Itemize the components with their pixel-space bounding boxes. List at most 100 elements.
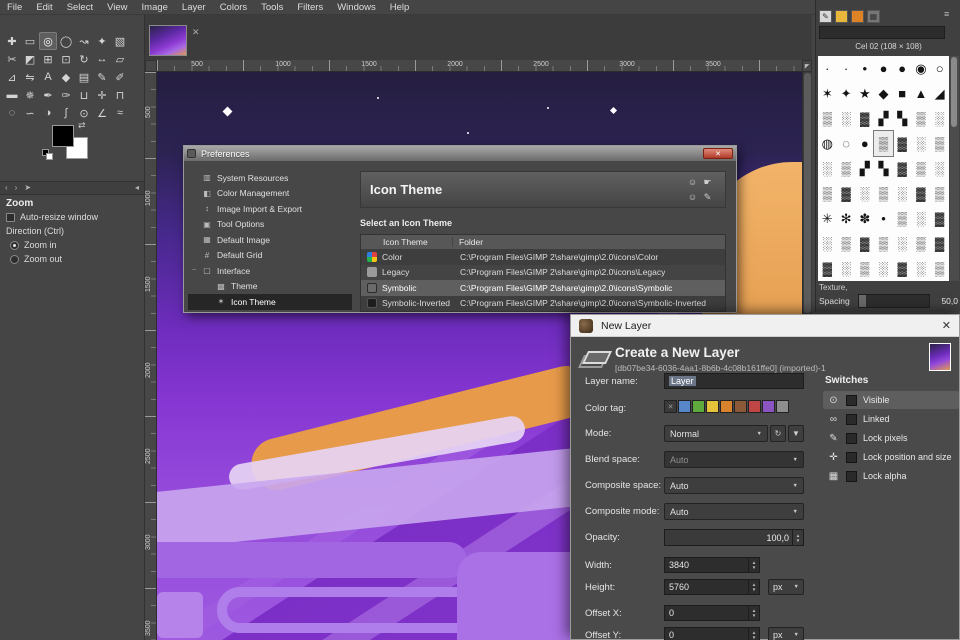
brush-item[interactable]: ▲: [912, 81, 931, 106]
tree-item-system-resources[interactable]: ▥ System Resources: [188, 170, 352, 186]
preferences-titlebar[interactable]: Preferences ✕: [184, 146, 736, 161]
mode-select[interactable]: Normal ▼: [664, 425, 768, 442]
collapse-icon[interactable]: ◂: [135, 182, 139, 194]
brush-filter-input[interactable]: [819, 26, 945, 39]
brush-item[interactable]: ∙: [837, 56, 856, 81]
table-row-legacy[interactable]: Legacy C:\Program Files\GIMP 2\share\gim…: [361, 265, 725, 281]
lock-pixels-checkbox[interactable]: [846, 433, 857, 444]
text-tool-icon[interactable]: A: [39, 68, 57, 86]
shear-tool-icon[interactable]: ▱: [111, 50, 129, 68]
rectangle-select-tool-icon[interactable]: ▭: [21, 32, 39, 50]
tree-item-color-management[interactable]: ◧ Color Management: [188, 186, 352, 202]
brush-item[interactable]: ★: [855, 81, 874, 106]
composite-space-select[interactable]: Auto ▼: [664, 477, 804, 494]
menu-item[interactable]: Image: [135, 0, 175, 15]
tree-expander-icon[interactable]: −: [192, 267, 197, 274]
free-select-tool-icon[interactable]: ↝: [75, 32, 93, 50]
tab-patterns-icon[interactable]: [835, 10, 848, 23]
brush-item[interactable]: ✦: [837, 81, 856, 106]
ink-tool-icon[interactable]: ✒: [39, 86, 57, 104]
spacing-slider[interactable]: [858, 294, 930, 308]
color-tag-brown[interactable]: [734, 400, 747, 413]
swap-colors-icon[interactable]: ⇄: [78, 120, 86, 131]
brush-item[interactable]: ◢: [930, 81, 949, 106]
layer-name-input[interactable]: Layer: [664, 373, 804, 389]
width-spinner[interactable]: ▲ ▼: [748, 558, 759, 572]
brush-item[interactable]: ░: [818, 156, 837, 181]
brush-item[interactable]: ░: [874, 256, 893, 281]
brush-item[interactable]: ▞: [855, 156, 874, 181]
brush-item[interactable]: ■: [893, 81, 912, 106]
auto-resize-checkbox[interactable]: [6, 213, 15, 222]
lock-alpha-checkbox[interactable]: [846, 471, 857, 482]
menu-item[interactable]: File: [0, 0, 29, 15]
brush-item[interactable]: ✶: [818, 81, 837, 106]
smudge-tool-icon[interactable]: ∽: [21, 104, 39, 122]
gradient-tool-icon[interactable]: ▤: [75, 68, 93, 86]
spin-down-icon[interactable]: ▼: [752, 613, 756, 618]
brush-item[interactable]: ▒: [855, 256, 874, 281]
dock-menu-icon[interactable]: ≡: [944, 9, 949, 19]
brush-item[interactable]: ▒: [818, 106, 837, 131]
column-icon-theme[interactable]: Icon Theme: [361, 237, 453, 247]
brush-item[interactable]: ░: [893, 181, 912, 206]
brush-item[interactable]: ▒: [837, 231, 856, 256]
brush-item[interactable]: ▓: [893, 156, 912, 181]
brush-item[interactable]: ▒: [818, 181, 837, 206]
brush-item[interactable]: ·: [818, 56, 837, 81]
menu-item[interactable]: Colors: [213, 0, 254, 15]
brush-item[interactable]: ░: [912, 206, 931, 231]
tree-item-theme[interactable]: ▩ Theme: [188, 279, 352, 295]
tree-item-tool-options[interactable]: ▣ Tool Options: [188, 217, 352, 233]
brush-item[interactable]: ◉: [912, 56, 931, 81]
brush-item[interactable]: ▓: [930, 206, 949, 231]
brush-item[interactable]: ░: [837, 106, 856, 131]
brush-item[interactable]: ▒: [930, 131, 949, 156]
brush-item[interactable]: ▒: [912, 106, 931, 131]
brush-item[interactable]: ░: [893, 231, 912, 256]
vertical-ruler[interactable]: 500100015002000250030003500: [145, 72, 157, 640]
brush-item[interactable]: ░: [837, 256, 856, 281]
horizontal-ruler[interactable]: 500100015002000250030003500: [157, 60, 802, 72]
color-tag-yellow[interactable]: [706, 400, 719, 413]
switch-lock-pixels[interactable]: ✎ Lock pixels: [823, 429, 959, 447]
zoom-out-radio[interactable]: [10, 255, 19, 264]
canvas-menu-icon[interactable]: ◤: [802, 60, 812, 72]
image-tab-thumbnail[interactable]: [149, 25, 187, 56]
ellipse-select-tool-icon[interactable]: ◯: [57, 32, 75, 50]
tree-item-default-grid[interactable]: # Default Grid: [188, 248, 352, 264]
height-unit-select[interactable]: px ▼: [768, 579, 804, 595]
brush-item[interactable]: ▓: [818, 256, 837, 281]
brush-item[interactable]: ▓: [893, 256, 912, 281]
paths-tool-icon[interactable]: ∫: [57, 104, 75, 122]
tree-item-image-import-export[interactable]: ↕ Image Import & Export: [188, 201, 352, 217]
brush-item[interactable]: ▒: [874, 131, 893, 156]
switch-lock-position[interactable]: ✛ Lock position and size: [823, 448, 959, 466]
brush-item[interactable]: ●: [874, 56, 893, 81]
brush-item[interactable]: ✽: [855, 206, 874, 231]
color-tag-none[interactable]: ✕: [664, 400, 677, 413]
brush-item[interactable]: ▒: [912, 231, 931, 256]
brush-item[interactable]: ●: [893, 56, 912, 81]
brush-item[interactable]: ▒: [893, 206, 912, 231]
scale-tool-icon[interactable]: ↔: [93, 50, 111, 68]
scrollbar-thumb[interactable]: [804, 73, 811, 313]
composite-mode-select[interactable]: Auto ▼: [664, 503, 804, 520]
table-row-symbolic[interactable]: Symbolic C:\Program Files\GIMP 2\share\g…: [361, 280, 725, 296]
spin-down-icon[interactable]: ▼: [752, 635, 756, 640]
brush-item[interactable]: ▒: [930, 256, 949, 281]
tree-item-icon-theme[interactable]: ✶ Icon Theme: [188, 294, 352, 310]
default-colors-icon[interactable]: [42, 149, 54, 161]
zoom-in-radio[interactable]: [10, 241, 19, 250]
tab-gradients-icon[interactable]: [851, 10, 864, 23]
brush-item[interactable]: ▚: [874, 156, 893, 181]
brush-item[interactable]: ░: [912, 131, 931, 156]
offset-y-input[interactable]: 0 ▲ ▼: [664, 627, 760, 640]
new-layer-close-icon[interactable]: ✕: [942, 319, 951, 332]
scissors-select-tool-icon[interactable]: ✂: [3, 50, 21, 68]
menu-item[interactable]: Select: [60, 0, 100, 15]
menu-item[interactable]: View: [100, 0, 134, 15]
menu-item[interactable]: Edit: [29, 0, 59, 15]
brush-item[interactable]: ▓: [930, 231, 949, 256]
rotate-tool-icon[interactable]: ↻: [75, 50, 93, 68]
